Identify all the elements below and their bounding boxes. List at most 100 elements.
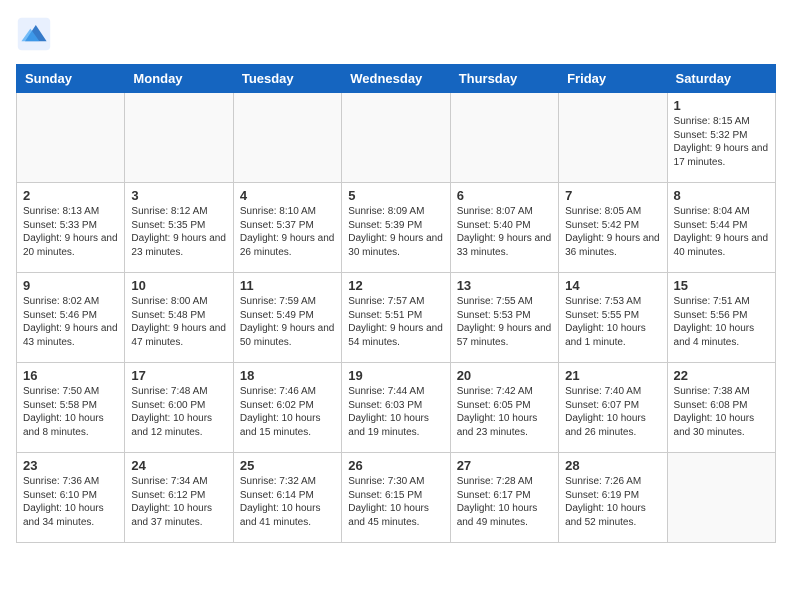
day-number: 18 — [240, 368, 335, 383]
day-info: Sunrise: 7:59 AM Sunset: 5:49 PM Dayligh… — [240, 295, 335, 349]
calendar-cell: 8 Sunrise: 8:04 AM Sunset: 5:44 PM Daylig… — [667, 183, 775, 273]
calendar-week-row: 16 Sunrise: 7:50 AM Sunset: 5:58 PM Dayli… — [17, 363, 776, 453]
day-info: Sunrise: 7:46 AM Sunset: 6:02 PM Dayligh… — [240, 385, 335, 439]
calendar-week-row: 9 Sunrise: 8:02 AM Sunset: 5:46 PM Daylig… — [17, 273, 776, 363]
day-info: Sunrise: 8:07 AM Sunset: 5:40 PM Dayligh… — [457, 205, 552, 259]
day-number: 1 — [674, 98, 769, 113]
day-info: Sunrise: 7:50 AM Sunset: 5:58 PM Dayligh… — [23, 385, 118, 439]
calendar-cell — [17, 93, 125, 183]
calendar-cell: 4 Sunrise: 8:10 AM Sunset: 5:37 PM Daylig… — [233, 183, 341, 273]
calendar-cell: 3Sunrise: 8:12 AM Sunset: 5:35 PM Daylig… — [125, 183, 233, 273]
calendar-cell: 11 Sunrise: 7:59 AM Sunset: 5:49 PM Dayli… — [233, 273, 341, 363]
day-info: Sunrise: 7:55 AM Sunset: 5:53 PM Dayligh… — [457, 295, 552, 349]
day-info: Sunrise: 8:15 AM Sunset: 5:32 PM Dayligh… — [674, 115, 769, 169]
day-info: Sunrise: 8:13 AM Sunset: 5:33 PM Dayligh… — [23, 205, 118, 259]
calendar-cell: 5Sunrise: 8:09 AM Sunset: 5:39 PM Daylig… — [342, 183, 450, 273]
calendar-cell: 21 Sunrise: 7:40 AM Sunset: 6:07 PM Dayli… — [559, 363, 667, 453]
column-header-friday: Friday — [559, 65, 667, 93]
calendar-cell: 25 Sunrise: 7:32 AM Sunset: 6:14 PM Dayli… — [233, 453, 341, 543]
calendar-cell: 19 Sunrise: 7:44 AM Sunset: 6:03 PM Dayli… — [342, 363, 450, 453]
calendar-cell: 18 Sunrise: 7:46 AM Sunset: 6:02 PM Dayli… — [233, 363, 341, 453]
column-header-monday: Monday — [125, 65, 233, 93]
day-number: 9 — [23, 278, 118, 293]
calendar-cell: 27 Sunrise: 7:28 AM Sunset: 6:17 PM Dayli… — [450, 453, 558, 543]
day-number: 11 — [240, 278, 335, 293]
calendar-cell: 2 Sunrise: 8:13 AM Sunset: 5:33 PM Daylig… — [17, 183, 125, 273]
calendar-week-row: 23 Sunrise: 7:36 AM Sunset: 6:10 PM Dayli… — [17, 453, 776, 543]
calendar-cell: 15 Sunrise: 7:51 AM Sunset: 5:56 PM Dayli… — [667, 273, 775, 363]
day-number: 4 — [240, 188, 335, 203]
day-info: Sunrise: 7:26 AM Sunset: 6:19 PM Dayligh… — [565, 475, 660, 529]
day-info: Sunrise: 8:05 AM Sunset: 5:42 PM Dayligh… — [565, 205, 660, 259]
calendar-cell: 12 Sunrise: 7:57 AM Sunset: 5:51 PM Dayli… — [342, 273, 450, 363]
day-info: Sunrise: 7:30 AM Sunset: 6:15 PM Dayligh… — [348, 475, 443, 529]
day-info: Sunrise: 8:04 AM Sunset: 5:44 PM Dayligh… — [674, 205, 769, 259]
day-info: Sunrise: 7:48 AM Sunset: 6:00 PM Dayligh… — [131, 385, 226, 439]
day-number: 15 — [674, 278, 769, 293]
day-number: 25 — [240, 458, 335, 473]
day-number: 23 — [23, 458, 118, 473]
day-number: 12 — [348, 278, 443, 293]
day-number: 24 — [131, 458, 226, 473]
calendar-cell: 26 Sunrise: 7:30 AM Sunset: 6:15 PM Dayli… — [342, 453, 450, 543]
logo — [16, 16, 58, 52]
calendar-cell: 22 Sunrise: 7:38 AM Sunset: 6:08 PM Dayli… — [667, 363, 775, 453]
column-header-thursday: Thursday — [450, 65, 558, 93]
calendar-cell — [342, 93, 450, 183]
day-number: 14 — [565, 278, 660, 293]
calendar-cell: 6Sunrise: 8:07 AM Sunset: 5:40 PM Daylig… — [450, 183, 558, 273]
day-info: Sunrise: 7:34 AM Sunset: 6:12 PM Dayligh… — [131, 475, 226, 529]
day-number: 16 — [23, 368, 118, 383]
calendar-cell: 7 Sunrise: 8:05 AM Sunset: 5:42 PM Daylig… — [559, 183, 667, 273]
column-header-saturday: Saturday — [667, 65, 775, 93]
day-info: Sunrise: 8:12 AM Sunset: 5:35 PM Dayligh… — [131, 205, 226, 259]
day-number: 19 — [348, 368, 443, 383]
day-info: Sunrise: 7:40 AM Sunset: 6:07 PM Dayligh… — [565, 385, 660, 439]
calendar-cell — [450, 93, 558, 183]
day-info: Sunrise: 8:02 AM Sunset: 5:46 PM Dayligh… — [23, 295, 118, 349]
column-header-tuesday: Tuesday — [233, 65, 341, 93]
calendar-cell — [125, 93, 233, 183]
day-number: 28 — [565, 458, 660, 473]
calendar-cell — [233, 93, 341, 183]
day-number: 26 — [348, 458, 443, 473]
calendar-cell: 1 Sunrise: 8:15 AM Sunset: 5:32 PM Daylig… — [667, 93, 775, 183]
calendar-cell: 9 Sunrise: 8:02 AM Sunset: 5:46 PM Daylig… — [17, 273, 125, 363]
day-info: Sunrise: 8:09 AM Sunset: 5:39 PM Dayligh… — [348, 205, 443, 259]
day-info: Sunrise: 8:00 AM Sunset: 5:48 PM Dayligh… — [131, 295, 226, 349]
column-header-sunday: Sunday — [17, 65, 125, 93]
day-number: 10 — [131, 278, 226, 293]
calendar-cell: 10 Sunrise: 8:00 AM Sunset: 5:48 PM Dayli… — [125, 273, 233, 363]
day-info: Sunrise: 7:57 AM Sunset: 5:51 PM Dayligh… — [348, 295, 443, 349]
calendar-cell: 13 Sunrise: 7:55 AM Sunset: 5:53 PM Dayli… — [450, 273, 558, 363]
calendar-cell: 20 Sunrise: 7:42 AM Sunset: 6:05 PM Dayli… — [450, 363, 558, 453]
logo-icon — [16, 16, 52, 52]
day-info: Sunrise: 7:44 AM Sunset: 6:03 PM Dayligh… — [348, 385, 443, 439]
column-header-wednesday: Wednesday — [342, 65, 450, 93]
day-info: Sunrise: 7:36 AM Sunset: 6:10 PM Dayligh… — [23, 475, 118, 529]
day-info: Sunrise: 7:32 AM Sunset: 6:14 PM Dayligh… — [240, 475, 335, 529]
calendar-cell: 23 Sunrise: 7:36 AM Sunset: 6:10 PM Dayli… — [17, 453, 125, 543]
day-info: Sunrise: 7:38 AM Sunset: 6:08 PM Dayligh… — [674, 385, 769, 439]
day-info: Sunrise: 7:28 AM Sunset: 6:17 PM Dayligh… — [457, 475, 552, 529]
day-info: Sunrise: 7:51 AM Sunset: 5:56 PM Dayligh… — [674, 295, 769, 349]
day-info: Sunrise: 8:10 AM Sunset: 5:37 PM Dayligh… — [240, 205, 335, 259]
calendar-cell: 17Sunrise: 7:48 AM Sunset: 6:00 PM Dayli… — [125, 363, 233, 453]
day-number: 8 — [674, 188, 769, 203]
calendar-cell: 16 Sunrise: 7:50 AM Sunset: 5:58 PM Dayli… — [17, 363, 125, 453]
day-number: 22 — [674, 368, 769, 383]
calendar-cell: 14 Sunrise: 7:53 AM Sunset: 5:55 PM Dayli… — [559, 273, 667, 363]
day-number: 20 — [457, 368, 552, 383]
calendar: SundayMondayTuesdayWednesdayThursdayFrid… — [16, 64, 776, 543]
day-number: 7 — [565, 188, 660, 203]
day-info: Sunrise: 7:42 AM Sunset: 6:05 PM Dayligh… — [457, 385, 552, 439]
calendar-cell: 28 Sunrise: 7:26 AM Sunset: 6:19 PM Dayli… — [559, 453, 667, 543]
day-number: 13 — [457, 278, 552, 293]
day-number: 21 — [565, 368, 660, 383]
day-number: 27 — [457, 458, 552, 473]
calendar-header-row: SundayMondayTuesdayWednesdayThursdayFrid… — [17, 65, 776, 93]
day-number: 2 — [23, 188, 118, 203]
day-info: Sunrise: 7:53 AM Sunset: 5:55 PM Dayligh… — [565, 295, 660, 349]
calendar-week-row: 1 Sunrise: 8:15 AM Sunset: 5:32 PM Daylig… — [17, 93, 776, 183]
calendar-cell: 24 Sunrise: 7:34 AM Sunset: 6:12 PM Dayli… — [125, 453, 233, 543]
